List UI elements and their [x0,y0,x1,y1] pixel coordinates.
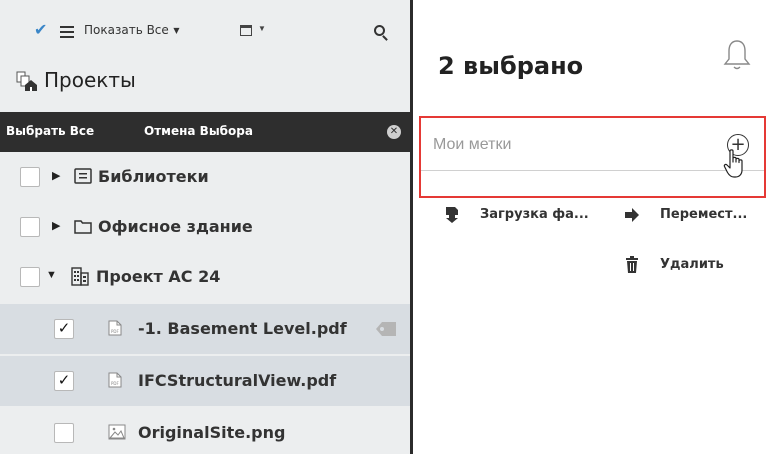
expand-arrow-icon[interactable]: ▶ [52,219,60,232]
row-label: Библиотеки [98,167,209,186]
tree-row[interactable]: ▶ Офисное здание [0,202,410,252]
pdf-file-icon: PDF [108,320,122,336]
tree-row[interactable]: ✓ PDF -1. Basement Level.pdf [0,304,410,354]
panel-divider[interactable] [410,0,413,454]
download-icon [446,207,458,223]
tags-input[interactable] [433,136,733,154]
select-all-button[interactable]: Выбрать Все [6,124,94,138]
cancel-selection-button[interactable]: Отмена Выбора [144,124,253,138]
hand-pointer-icon [723,149,743,178]
show-all-dropdown[interactable]: Показать Все ▼ [84,23,180,37]
row-checkbox[interactable] [54,423,74,443]
expand-arrow-icon[interactable]: ▶ [52,169,60,182]
row-checkbox[interactable] [20,167,40,187]
list-view-icon[interactable] [60,26,74,38]
close-icon[interactable]: ✕ [387,125,401,139]
tag-icon[interactable] [374,321,398,337]
navigator-panel: ✔ Показать Все ▼ ▼ Проекты Выбрать Все О… [0,0,410,454]
row-label: Офисное здание [98,217,253,236]
arrow-right-icon [625,208,639,222]
svg-text:PDF: PDF [111,329,119,334]
collapse-arrow-icon[interactable]: ▼ [46,269,57,281]
navigator-toolbar: ✔ Показать Все ▼ ▼ [0,14,410,48]
tree-row[interactable]: ▼ Проект АС 24 [0,252,410,302]
row-checkbox[interactable] [20,267,40,287]
row-label: IFCStructuralView.pdf [138,371,337,390]
building-icon [71,267,89,286]
selected-count-title: 2 выбрано [438,52,584,80]
download-files-label: Загрузка фа... [480,207,589,222]
image-file-icon [108,424,126,440]
projects-icon [16,71,37,91]
selection-bar: Выбрать Все Отмена Выбора ✕ [0,112,410,152]
move-label: Перемест... [660,207,748,222]
trash-icon [626,256,638,273]
row-label: Проект АС 24 [96,267,221,286]
row-checkbox[interactable]: ✓ [54,319,74,339]
pdf-file-icon: PDF [108,372,122,388]
calendar-icon[interactable] [240,25,252,36]
bell-icon[interactable] [722,38,752,72]
show-all-label: Показать Все [84,23,169,37]
folder-icon [74,220,92,234]
svg-text:PDF: PDF [111,381,119,386]
tree-row[interactable]: ✓ PDF IFCStructuralView.pdf [0,356,410,406]
row-checkbox[interactable] [20,217,40,237]
checkmark-icon[interactable]: ✔ [34,22,47,40]
tags-field-highlight: + [419,116,766,198]
tree-row[interactable]: OriginalSite.png [0,408,410,454]
tags-underline [421,170,764,171]
chevron-down-icon[interactable]: ▼ [258,24,266,33]
library-icon [74,168,92,184]
tree-row[interactable]: ▶ Библиотеки [0,152,410,202]
chevron-down-icon: ▼ [170,26,180,35]
row-checkbox[interactable]: ✓ [54,371,74,391]
row-label: OriginalSite.png [138,423,286,442]
projects-title: Проекты [44,68,136,92]
row-label: -1. Basement Level.pdf [138,319,347,338]
search-icon[interactable] [374,25,385,36]
delete-label: Удалить [660,257,724,272]
